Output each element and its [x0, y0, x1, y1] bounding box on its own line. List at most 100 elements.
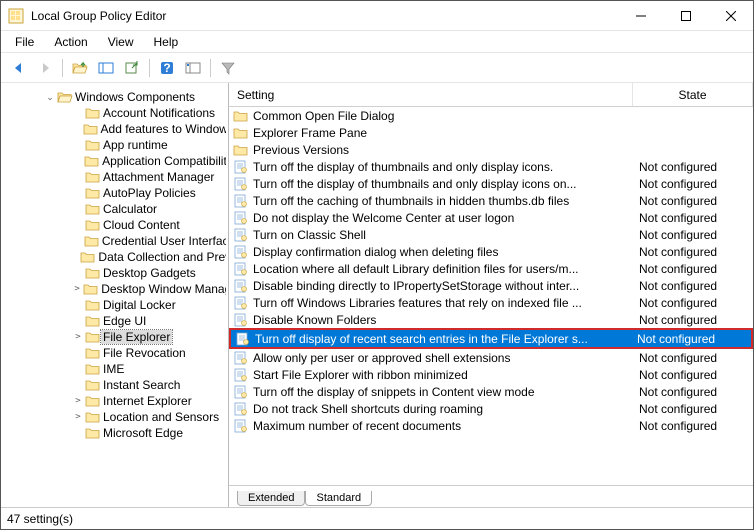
setting-name: Turn off display of recent search entrie… [251, 332, 631, 346]
collapse-icon[interactable]: ⌄ [43, 92, 57, 103]
policy-icon [233, 419, 249, 433]
folder-icon [85, 314, 101, 328]
list-item[interactable]: Previous Versions [229, 141, 753, 158]
tree-node[interactable]: AutoPlay Policies [3, 185, 226, 201]
toolbar-separator [149, 59, 150, 77]
list-item[interactable]: Allow only per user or approved shell ex… [229, 349, 753, 366]
tree-node[interactable]: IME [3, 361, 226, 377]
tree-node[interactable]: Instant Search [3, 377, 226, 393]
list-item[interactable]: Do not display the Welcome Center at use… [229, 209, 753, 226]
folder-icon [85, 410, 101, 424]
setting-name: Turn off the display of thumbnails and o… [249, 160, 633, 174]
expand-icon[interactable]: > [71, 332, 85, 342]
tree-node[interactable]: Application Compatibility [3, 153, 226, 169]
tree-node[interactable]: >File Explorer [3, 329, 226, 345]
tree-node-label: Cloud Content [101, 218, 182, 232]
setting-name: Turn on Classic Shell [249, 228, 633, 242]
tree-node[interactable]: Account Notifications [3, 105, 226, 121]
tree-node-label: File Revocation [101, 346, 188, 360]
list-item[interactable]: Disable binding directly to IPropertySet… [229, 277, 753, 294]
folder-icon [85, 426, 101, 440]
tree-node[interactable]: Add features to Windows 10 [3, 121, 226, 137]
policy-icon [233, 262, 249, 276]
tree-node[interactable]: Calculator [3, 201, 226, 217]
tree-node[interactable]: File Revocation [3, 345, 226, 361]
policy-icon [233, 279, 249, 293]
menu-action[interactable]: Action [46, 33, 95, 51]
folder-icon [233, 109, 249, 123]
tree-node[interactable]: >Internet Explorer [3, 393, 226, 409]
list-item[interactable]: Turn off the display of thumbnails and o… [229, 175, 753, 192]
tree-pane[interactable]: ⌄ Windows Components Account Notificatio… [1, 83, 229, 507]
list-item[interactable]: Maximum number of recent documentsNot co… [229, 417, 753, 434]
export-list-button[interactable] [120, 56, 144, 80]
tree-node[interactable]: Data Collection and Preview Builds [3, 249, 226, 265]
folder-icon [85, 266, 101, 280]
setting-name: Do not track Shell shortcuts during roam… [249, 402, 633, 416]
setting-name: Turn off the display of thumbnails and o… [249, 177, 633, 191]
maximize-button[interactable] [663, 1, 708, 31]
menu-file[interactable]: File [7, 33, 42, 51]
properties-button[interactable] [181, 56, 205, 80]
help-button[interactable]: ? [155, 56, 179, 80]
tree-node[interactable]: App runtime [3, 137, 226, 153]
tab-extended[interactable]: Extended [237, 491, 305, 506]
settings-list[interactable]: Common Open File DialogExplorer Frame Pa… [229, 107, 753, 485]
folder-icon [233, 143, 249, 157]
policy-icon [233, 385, 249, 399]
list-item[interactable]: Common Open File Dialog [229, 107, 753, 124]
tree-node[interactable]: >Location and Sensors [3, 409, 226, 425]
toolbar-separator [62, 59, 63, 77]
filter-button[interactable] [216, 56, 240, 80]
close-button[interactable] [708, 1, 753, 31]
list-item[interactable]: Turn off the display of snippets in Cont… [229, 383, 753, 400]
expand-icon[interactable]: > [71, 412, 85, 422]
tree-node-label: IME [101, 362, 126, 376]
show-hide-tree-button[interactable] [94, 56, 118, 80]
menu-help[interactable]: Help [146, 33, 187, 51]
up-button[interactable] [68, 56, 92, 80]
list-item[interactable]: Turn off display of recent search entrie… [229, 328, 753, 349]
list-item[interactable]: Turn on Classic ShellNot configured [229, 226, 753, 243]
setting-state: Not configured [633, 385, 753, 399]
tree-node[interactable]: Credential User Interface [3, 233, 226, 249]
folder-icon [85, 330, 101, 344]
tree-node[interactable]: Digital Locker [3, 297, 226, 313]
folder-icon [85, 346, 101, 360]
titlebar: Local Group Policy Editor [1, 1, 753, 31]
list-item[interactable]: Location where all default Library defin… [229, 260, 753, 277]
tree-node-label: Application Compatibility [100, 154, 226, 168]
column-state[interactable]: State [633, 83, 753, 106]
column-setting[interactable]: Setting [229, 83, 633, 106]
list-item[interactable]: Display confirmation dialog when deletin… [229, 243, 753, 260]
tree-node[interactable]: Cloud Content [3, 217, 226, 233]
list-item[interactable]: Do not track Shell shortcuts during roam… [229, 400, 753, 417]
list-item[interactable]: Disable Known FoldersNot configured [229, 311, 753, 328]
tree-node-label: Attachment Manager [101, 170, 216, 184]
minimize-button[interactable] [618, 1, 663, 31]
list-item[interactable]: Explorer Frame Pane [229, 124, 753, 141]
tree-node[interactable]: Microsoft Edge [3, 425, 226, 441]
expand-icon[interactable]: > [71, 396, 85, 406]
menu-view[interactable]: View [100, 33, 142, 51]
list-item[interactable]: Turn off the caching of thumbnails in hi… [229, 192, 753, 209]
app-icon [7, 7, 25, 25]
tree-node[interactable]: Edge UI [3, 313, 226, 329]
tab-standard[interactable]: Standard [305, 491, 372, 506]
forward-button[interactable] [33, 56, 57, 80]
tree-node-root[interactable]: ⌄ Windows Components [3, 89, 226, 105]
folder-icon [83, 122, 99, 136]
tree-node[interactable]: Attachment Manager [3, 169, 226, 185]
policy-icon [233, 402, 249, 416]
tree-node[interactable]: Desktop Gadgets [3, 265, 226, 281]
setting-name: Disable Known Folders [249, 313, 633, 327]
tree-node[interactable]: >Desktop Window Manager [3, 281, 226, 297]
back-button[interactable] [7, 56, 31, 80]
list-item[interactable]: Turn off the display of thumbnails and o… [229, 158, 753, 175]
list-item[interactable]: Turn off Windows Libraries features that… [229, 294, 753, 311]
expand-icon[interactable]: > [71, 284, 83, 294]
setting-name: Do not display the Welcome Center at use… [249, 211, 633, 225]
tree-node-label: Instant Search [101, 378, 182, 392]
pane-tabs: Extended Standard [229, 485, 753, 507]
list-item[interactable]: Start File Explorer with ribbon minimize… [229, 366, 753, 383]
